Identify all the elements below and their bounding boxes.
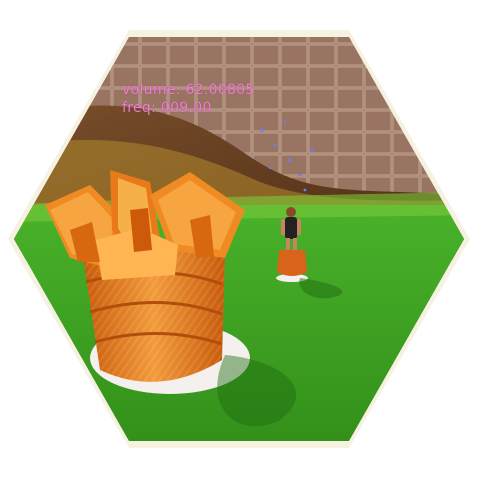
hud-freq-label: freq: [122, 100, 157, 116]
hud-volume: volume: 62.00805 [122, 82, 255, 98]
hud-freq: freq: 009.00 [122, 100, 212, 116]
small-drum [277, 250, 307, 276]
game-viewport [8, 30, 470, 448]
hud-volume-label: volume: [122, 82, 181, 98]
hud-freq-value: 009.00 [160, 100, 212, 116]
hud-volume-value: 62.00805 [185, 82, 255, 98]
